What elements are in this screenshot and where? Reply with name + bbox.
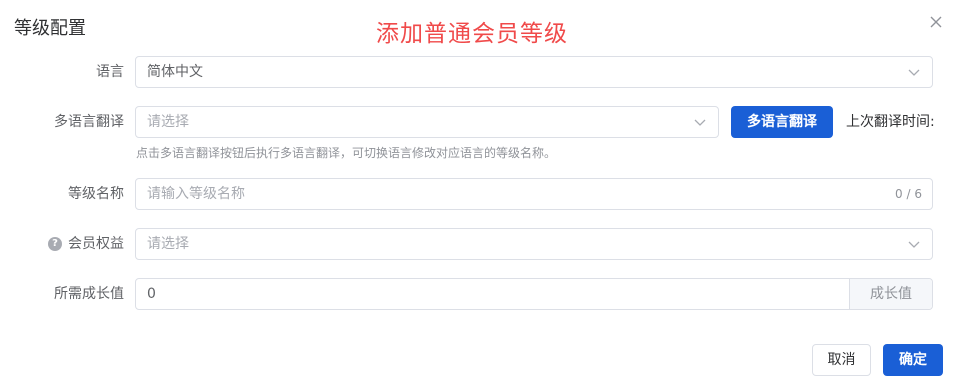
benefits-placeholder: 请选择 <box>147 236 189 252</box>
language-select[interactable]: 简体中文 <box>135 56 933 88</box>
chevron-down-icon <box>694 119 706 126</box>
translation-placeholder: 请选择 <box>147 114 189 130</box>
growth-input[interactable]: 0 成长值 <box>135 278 933 310</box>
annotation-text: 添加普通会员等级 <box>376 21 568 47</box>
level-name-label: 等级名称 <box>68 186 124 202</box>
translate-button[interactable]: 多语言翻译 <box>731 106 833 138</box>
benefits-select[interactable]: 请选择 <box>135 228 933 260</box>
confirm-button[interactable]: 确定 <box>883 344 943 376</box>
translation-select[interactable]: 请选择 <box>135 106 719 138</box>
chevron-down-icon <box>908 241 920 248</box>
language-value: 简体中文 <box>147 64 203 80</box>
dialog-title: 等级配置 <box>14 18 86 39</box>
level-config-dialog: 等级配置 添加普通会员等级 语言 简体中文 多语言翻译 请选择 多语言翻译 上次… <box>0 0 956 392</box>
cancel-button[interactable]: 取消 <box>812 344 871 376</box>
growth-suffix: 成长值 <box>849 279 932 309</box>
growth-label: 所需成长值 <box>54 286 124 302</box>
char-counter: 0 / 6 <box>895 187 922 201</box>
translation-help-text: 点击多语言翻译按钮后执行多语言翻译，可切换语言修改对应语言的等级名称。 <box>136 146 557 160</box>
level-name-input[interactable]: 请输入等级名称 0 / 6 <box>135 178 933 210</box>
last-translation-time-label: 上次翻译时间: <box>846 114 935 130</box>
chevron-down-icon <box>908 69 920 76</box>
language-label: 语言 <box>96 64 124 80</box>
close-icon[interactable] <box>926 12 946 32</box>
benefits-label: 会员权益 <box>68 236 124 252</box>
growth-value: 0 <box>147 286 156 302</box>
level-name-placeholder: 请输入等级名称 <box>147 186 245 202</box>
translation-label: 多语言翻译 <box>54 114 124 130</box>
